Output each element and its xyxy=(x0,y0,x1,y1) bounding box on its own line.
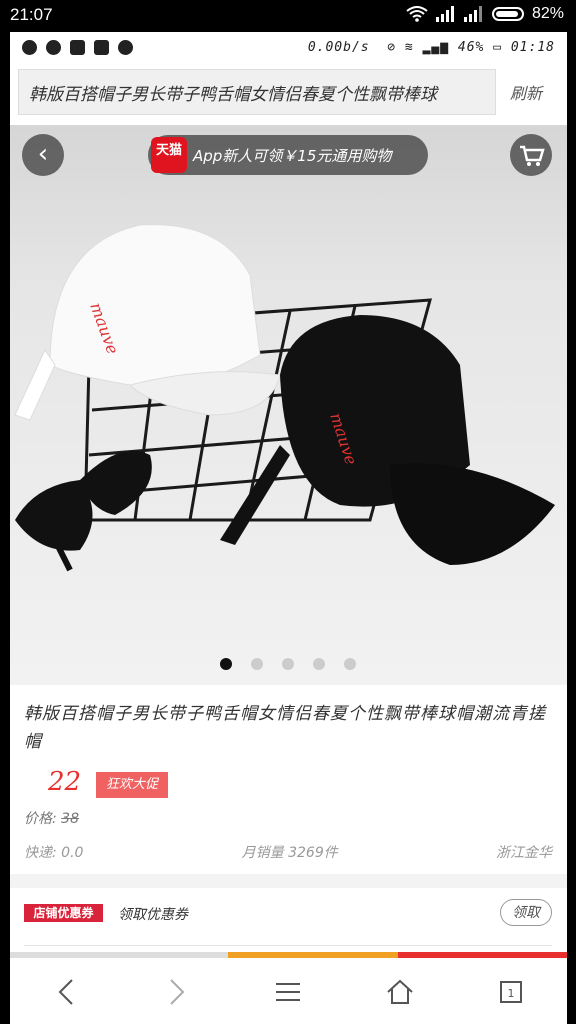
nav-back-button[interactable] xyxy=(41,967,91,1017)
carousel-dot[interactable] xyxy=(344,658,356,670)
system-status-icons: 82% xyxy=(406,5,564,23)
signal-icon-2 xyxy=(463,6,482,22)
inner-time: 01:18 xyxy=(510,39,555,55)
system-time: 21:07 xyxy=(10,5,53,24)
original-price-value: 38 xyxy=(61,811,79,827)
divider xyxy=(24,945,552,946)
carousel-dot[interactable] xyxy=(251,658,263,670)
store-coupon-badge: 店铺优惠券 xyxy=(24,904,103,922)
qq-icon xyxy=(46,39,61,55)
battery-icon xyxy=(491,7,524,21)
nav-home-button[interactable] xyxy=(375,967,425,1017)
carousel-dots xyxy=(220,658,356,670)
svg-text:1: 1 xyxy=(508,987,515,1000)
product-info-row: 快递: 0.0 月销量 3269件 浙江金华 xyxy=(24,842,552,862)
image-icon xyxy=(94,39,109,55)
s-icon xyxy=(70,39,85,55)
browser-app: 0.00b/s ⊘ ≋ ▂▄▆ 46% ▭ 01:18 韩版百搭帽子男长带子鸭舌… xyxy=(10,32,567,1024)
inner-status-right: 0.00b/s ⊘ ≋ ▂▄▆ 46% ▭ 01:18 xyxy=(307,39,555,55)
product-image-carousel[interactable]: mauve mauve ‹ 天猫 App新人可领￥15元通用购物 xyxy=(10,125,567,685)
monthly-sales: 月销量 3269件 xyxy=(241,845,338,861)
nav-menu-button[interactable] xyxy=(263,967,313,1017)
refresh-button[interactable]: 刷新 xyxy=(510,80,542,104)
inner-status-bar: 0.00b/s ⊘ ≋ ▂▄▆ 46% ▭ 01:18 xyxy=(10,32,567,62)
page-load-progress xyxy=(10,952,567,958)
net-speed: 0.00b/s xyxy=(307,39,370,55)
promo-tag: 狂欢大促 xyxy=(96,772,168,798)
progress-fill xyxy=(228,952,398,958)
ship-location: 浙江金华 xyxy=(496,845,552,861)
browser-nav-bar: 1 xyxy=(10,959,567,1024)
carousel-dot[interactable] xyxy=(220,658,232,670)
product-title: 韩版百搭帽子男长带子鸭舌帽女情侣春夏个性飘带棒球帽潮流青搓帽 xyxy=(24,704,546,752)
promo-text: App新人可领￥15元通用购物 xyxy=(193,146,392,165)
app-promo-banner[interactable]: 天猫 App新人可领￥15元通用购物 xyxy=(148,135,428,175)
product-price: 22 xyxy=(48,767,82,797)
system-status-bar: 21:07 82% xyxy=(0,0,576,32)
nav-tabs-button[interactable]: 1 xyxy=(486,967,536,1017)
get-coupon-button[interactable]: 领取 xyxy=(500,899,552,926)
nav-forward-button[interactable] xyxy=(152,967,202,1017)
tmall-icon: 天猫 xyxy=(151,137,187,173)
url-bar[interactable]: 韩版百搭帽子男长带子鸭舌帽女情侣春夏个性飘带棒球 xyxy=(18,69,496,115)
shield-icon xyxy=(118,39,133,55)
chevron-right-icon xyxy=(170,978,185,1005)
sunglasses-illustration xyxy=(15,450,152,572)
signal-icon xyxy=(435,6,454,22)
shipping-fee: 快递: 0.0 xyxy=(24,845,84,861)
inner-battery: 46% xyxy=(457,39,485,55)
chevron-left-icon xyxy=(58,978,73,1005)
section-separator xyxy=(10,874,567,888)
carousel-dot[interactable] xyxy=(313,658,325,670)
cart-icon xyxy=(520,145,545,166)
white-cap-illustration: mauve xyxy=(14,224,281,421)
product-photo: mauve mauve xyxy=(14,224,555,572)
coupon-text[interactable]: 领取优惠券 xyxy=(118,904,188,924)
carousel-dot[interactable] xyxy=(282,658,294,670)
tabs-icon: 1 xyxy=(500,980,523,1003)
back-button[interactable]: ‹ xyxy=(22,134,64,176)
progress-rest xyxy=(398,952,567,958)
cart-button[interactable] xyxy=(510,134,552,176)
home-icon xyxy=(387,979,413,1004)
inner-status-icons xyxy=(22,39,133,55)
original-price: 价格: 38 xyxy=(24,808,79,828)
alarm-icon xyxy=(22,39,37,55)
original-price-label: 价格: xyxy=(24,811,57,827)
menu-icon xyxy=(276,982,301,1001)
wifi-icon xyxy=(406,6,428,22)
system-battery: 82% xyxy=(531,5,564,22)
